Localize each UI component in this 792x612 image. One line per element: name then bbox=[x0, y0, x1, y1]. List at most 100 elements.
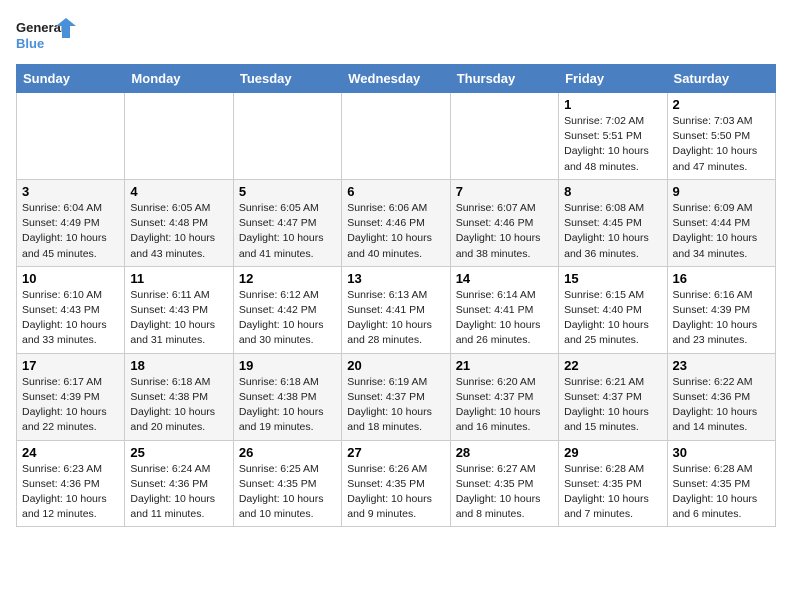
day-number: 14 bbox=[456, 271, 553, 286]
day-info: Sunrise: 6:15 AMSunset: 4:40 PMDaylight:… bbox=[564, 288, 661, 349]
day-number: 17 bbox=[22, 358, 119, 373]
day-info: Sunrise: 6:08 AMSunset: 4:45 PMDaylight:… bbox=[564, 201, 661, 262]
day-number: 13 bbox=[347, 271, 444, 286]
day-info: Sunrise: 6:06 AMSunset: 4:46 PMDaylight:… bbox=[347, 201, 444, 262]
svg-text:Blue: Blue bbox=[16, 36, 44, 51]
day-cell bbox=[342, 93, 450, 180]
header-day-thursday: Thursday bbox=[450, 65, 558, 93]
day-number: 8 bbox=[564, 184, 661, 199]
week-row-3: 10 Sunrise: 6:10 AMSunset: 4:43 PMDayligh… bbox=[17, 266, 776, 353]
day-info: Sunrise: 6:27 AMSunset: 4:35 PMDaylight:… bbox=[456, 462, 553, 523]
week-row-2: 3 Sunrise: 6:04 AMSunset: 4:49 PMDaylight… bbox=[17, 179, 776, 266]
day-number: 4 bbox=[130, 184, 227, 199]
day-info: Sunrise: 6:28 AMSunset: 4:35 PMDaylight:… bbox=[564, 462, 661, 523]
day-info: Sunrise: 6:05 AMSunset: 4:48 PMDaylight:… bbox=[130, 201, 227, 262]
day-number: 3 bbox=[22, 184, 119, 199]
day-number: 27 bbox=[347, 445, 444, 460]
day-info: Sunrise: 6:12 AMSunset: 4:42 PMDaylight:… bbox=[239, 288, 336, 349]
day-cell: 20Sunrise: 6:19 AMSunset: 4:37 PMDayligh… bbox=[342, 353, 450, 440]
day-cell: 26 Sunrise: 6:25 AMSunset: 4:35 PMDayligh… bbox=[233, 440, 341, 527]
day-info: Sunrise: 6:04 AMSunset: 4:49 PMDaylight:… bbox=[22, 201, 119, 262]
day-info: Sunrise: 6:09 AMSunset: 4:44 PMDaylight:… bbox=[673, 201, 770, 262]
day-cell: 11 Sunrise: 6:11 AMSunset: 4:43 PMDayligh… bbox=[125, 266, 233, 353]
day-cell: 14 Sunrise: 6:14 AMSunset: 4:41 PMDayligh… bbox=[450, 266, 558, 353]
day-cell: 15 Sunrise: 6:15 AMSunset: 4:40 PMDayligh… bbox=[559, 266, 667, 353]
day-number: 2 bbox=[673, 97, 770, 112]
day-cell: 7Sunrise: 6:07 AMSunset: 4:46 PMDaylight… bbox=[450, 179, 558, 266]
day-cell: 25 Sunrise: 6:24 AMSunset: 4:36 PMDayligh… bbox=[125, 440, 233, 527]
day-cell: 29 Sunrise: 6:28 AMSunset: 4:35 PMDayligh… bbox=[559, 440, 667, 527]
day-info: Sunrise: 6:21 AMSunset: 4:37 PMDaylight:… bbox=[564, 375, 661, 436]
day-info: Sunrise: 6:28 AMSunset: 4:35 PMDaylight:… bbox=[673, 462, 770, 523]
day-cell: 8 Sunrise: 6:08 AMSunset: 4:45 PMDaylight… bbox=[559, 179, 667, 266]
header-day-saturday: Saturday bbox=[667, 65, 775, 93]
day-cell: 27 Sunrise: 6:26 AMSunset: 4:35 PMDayligh… bbox=[342, 440, 450, 527]
day-number: 28 bbox=[456, 445, 553, 460]
day-cell: 18Sunrise: 6:18 AMSunset: 4:38 PMDayligh… bbox=[125, 353, 233, 440]
day-cell bbox=[450, 93, 558, 180]
day-info: Sunrise: 6:14 AMSunset: 4:41 PMDaylight:… bbox=[456, 288, 553, 349]
day-number: 10 bbox=[22, 271, 119, 286]
day-info: Sunrise: 6:22 AMSunset: 4:36 PMDaylight:… bbox=[673, 375, 770, 436]
day-cell: 23 Sunrise: 6:22 AMSunset: 4:36 PMDayligh… bbox=[667, 353, 775, 440]
day-info: Sunrise: 6:10 AMSunset: 4:43 PMDaylight:… bbox=[22, 288, 119, 349]
day-info: Sunrise: 7:03 AMSunset: 5:50 PMDaylight:… bbox=[673, 114, 770, 175]
header-day-friday: Friday bbox=[559, 65, 667, 93]
day-cell: 21 Sunrise: 6:20 AMSunset: 4:37 PMDayligh… bbox=[450, 353, 558, 440]
day-number: 15 bbox=[564, 271, 661, 286]
day-cell: 12 Sunrise: 6:12 AMSunset: 4:42 PMDayligh… bbox=[233, 266, 341, 353]
day-cell: 16 Sunrise: 6:16 AMSunset: 4:39 PMDayligh… bbox=[667, 266, 775, 353]
day-info: Sunrise: 6:24 AMSunset: 4:36 PMDaylight:… bbox=[130, 462, 227, 523]
header-day-sunday: Sunday bbox=[17, 65, 125, 93]
day-number: 11 bbox=[130, 271, 227, 286]
logo: General Blue bbox=[16, 16, 76, 56]
day-cell: 24Sunrise: 6:23 AMSunset: 4:36 PMDayligh… bbox=[17, 440, 125, 527]
day-number: 7 bbox=[456, 184, 553, 199]
day-number: 29 bbox=[564, 445, 661, 460]
day-number: 23 bbox=[673, 358, 770, 373]
day-number: 25 bbox=[130, 445, 227, 460]
day-info: Sunrise: 6:23 AMSunset: 4:36 PMDaylight:… bbox=[22, 462, 119, 523]
day-cell bbox=[233, 93, 341, 180]
day-number: 12 bbox=[239, 271, 336, 286]
day-cell: 2 Sunrise: 7:03 AMSunset: 5:50 PMDaylight… bbox=[667, 93, 775, 180]
day-info: Sunrise: 6:25 AMSunset: 4:35 PMDaylight:… bbox=[239, 462, 336, 523]
day-number: 30 bbox=[673, 445, 770, 460]
day-number: 9 bbox=[673, 184, 770, 199]
day-info: Sunrise: 6:19 AMSunset: 4:37 PMDaylight:… bbox=[347, 375, 444, 436]
day-cell: 6 Sunrise: 6:06 AMSunset: 4:46 PMDaylight… bbox=[342, 179, 450, 266]
day-cell: 17Sunrise: 6:17 AMSunset: 4:39 PMDayligh… bbox=[17, 353, 125, 440]
day-number: 18 bbox=[130, 358, 227, 373]
day-info: Sunrise: 6:16 AMSunset: 4:39 PMDaylight:… bbox=[673, 288, 770, 349]
day-info: Sunrise: 6:26 AMSunset: 4:35 PMDaylight:… bbox=[347, 462, 444, 523]
day-cell: 1 Sunrise: 7:02 AMSunset: 5:51 PMDaylight… bbox=[559, 93, 667, 180]
day-cell bbox=[125, 93, 233, 180]
week-row-4: 17Sunrise: 6:17 AMSunset: 4:39 PMDayligh… bbox=[17, 353, 776, 440]
day-number: 21 bbox=[456, 358, 553, 373]
logo-svg: General Blue bbox=[16, 16, 76, 56]
day-number: 6 bbox=[347, 184, 444, 199]
header-day-monday: Monday bbox=[125, 65, 233, 93]
day-cell: 30 Sunrise: 6:28 AMSunset: 4:35 PMDayligh… bbox=[667, 440, 775, 527]
day-number: 16 bbox=[673, 271, 770, 286]
day-info: Sunrise: 6:20 AMSunset: 4:37 PMDaylight:… bbox=[456, 375, 553, 436]
day-cell: 19Sunrise: 6:18 AMSunset: 4:38 PMDayligh… bbox=[233, 353, 341, 440]
day-cell: 4 Sunrise: 6:05 AMSunset: 4:48 PMDaylight… bbox=[125, 179, 233, 266]
day-number: 1 bbox=[564, 97, 661, 112]
day-cell: 3 Sunrise: 6:04 AMSunset: 4:49 PMDaylight… bbox=[17, 179, 125, 266]
day-cell: 28 Sunrise: 6:27 AMSunset: 4:35 PMDayligh… bbox=[450, 440, 558, 527]
day-info: Sunrise: 6:11 AMSunset: 4:43 PMDaylight:… bbox=[130, 288, 227, 349]
day-info: Sunrise: 6:05 AMSunset: 4:47 PMDaylight:… bbox=[239, 201, 336, 262]
day-number: 26 bbox=[239, 445, 336, 460]
header-day-wednesday: Wednesday bbox=[342, 65, 450, 93]
header-row: SundayMondayTuesdayWednesdayThursdayFrid… bbox=[17, 65, 776, 93]
header: General Blue bbox=[16, 16, 776, 56]
week-row-5: 24Sunrise: 6:23 AMSunset: 4:36 PMDayligh… bbox=[17, 440, 776, 527]
day-cell: 10 Sunrise: 6:10 AMSunset: 4:43 PMDayligh… bbox=[17, 266, 125, 353]
day-cell: 9 Sunrise: 6:09 AMSunset: 4:44 PMDaylight… bbox=[667, 179, 775, 266]
svg-text:General: General bbox=[16, 20, 64, 35]
day-number: 5 bbox=[239, 184, 336, 199]
day-info: Sunrise: 7:02 AMSunset: 5:51 PMDaylight:… bbox=[564, 114, 661, 175]
day-cell: 22Sunrise: 6:21 AMSunset: 4:37 PMDayligh… bbox=[559, 353, 667, 440]
week-row-1: 1 Sunrise: 7:02 AMSunset: 5:51 PMDaylight… bbox=[17, 93, 776, 180]
